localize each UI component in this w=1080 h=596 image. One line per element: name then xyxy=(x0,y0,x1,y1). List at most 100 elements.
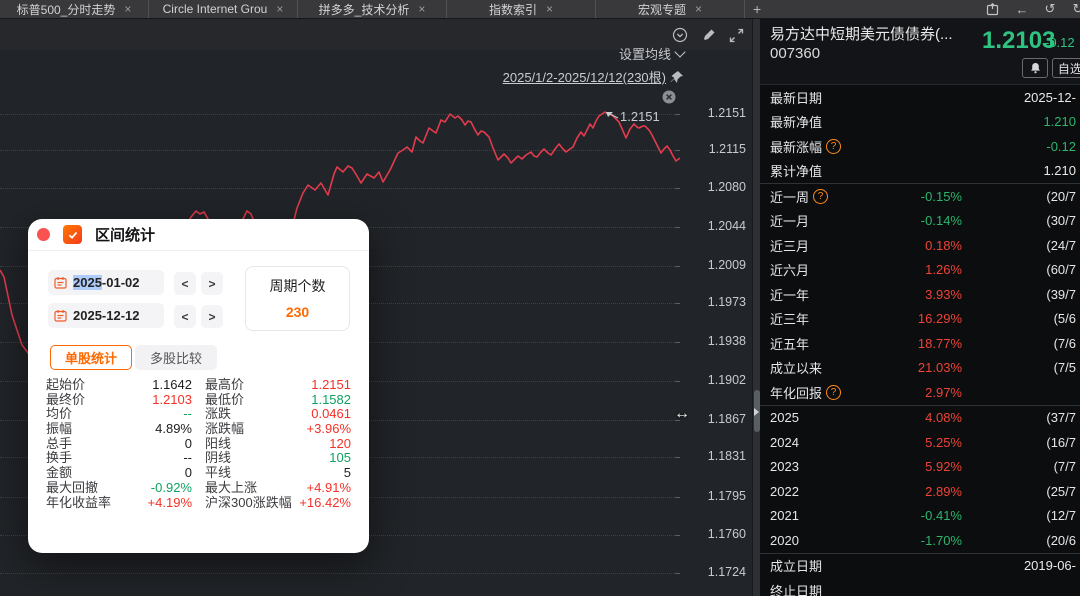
tab-label: 宏观专题 xyxy=(637,2,686,17)
axis-tick-label: 1.2151 xyxy=(707,106,746,120)
new-tab-button[interactable]: + xyxy=(753,1,761,17)
undo-icon[interactable]: ↺ xyxy=(1042,1,1058,17)
row-rank: (24/7 xyxy=(1046,237,1076,253)
row-label: 2024 xyxy=(770,434,799,450)
indicator-dropdown-icon[interactable] xyxy=(672,27,688,43)
help-icon[interactable]: ? xyxy=(826,384,842,400)
set-ma-button[interactable]: 设置均线 xyxy=(619,44,686,63)
stat-row: 金额 0 xyxy=(46,465,192,481)
axis-tick-label: 1.2115 xyxy=(708,142,746,156)
row-value: -0.12 xyxy=(1046,138,1076,154)
bell-icon xyxy=(1030,63,1040,74)
tab-close-icon[interactable]: × xyxy=(546,2,553,16)
table-row: 2023 5.92% (7/7 xyxy=(760,455,1080,480)
row-percent: 5.25% xyxy=(925,434,962,450)
table-row: 年化回报? 2.97% xyxy=(760,380,1080,405)
table-row: 2021 -0.41% (12/7 xyxy=(760,504,1080,529)
fullscreen-icon[interactable] xyxy=(728,27,744,43)
date-range-button[interactable]: 2025/1/2-2025/12/12(230根) xyxy=(503,67,684,86)
tab-close-icon[interactable]: × xyxy=(276,2,283,16)
axis-tick-label: 1.1902 xyxy=(707,373,746,387)
stat-value: -- xyxy=(183,406,192,422)
tab-item[interactable]: 宏观专题 × xyxy=(596,0,745,18)
row-label: 最新日期 xyxy=(770,90,823,106)
tab-close-icon[interactable]: × xyxy=(695,2,702,16)
dialog-close-button[interactable] xyxy=(37,228,50,241)
window-actions: ← ↺ ↻ xyxy=(986,1,1080,17)
row-value: 1.210 xyxy=(1043,114,1076,130)
draw-brush-icon[interactable] xyxy=(700,27,716,43)
stat-label: 最大上涨 xyxy=(205,479,258,495)
fund-code: 007360 xyxy=(770,45,821,62)
fund-change: -0.12 xyxy=(1045,35,1075,50)
row-percent: 4.08% xyxy=(925,410,962,426)
row-percent: 16.29% xyxy=(917,311,962,327)
export-icon[interactable] xyxy=(986,2,1002,16)
row-label: 终止日期 xyxy=(770,583,823,596)
checked-checkbox[interactable] xyxy=(63,225,82,244)
tab-bar: 标普500_分时走势 × Circle Internet Grou × 拼多多_技术分析… xyxy=(0,0,1080,19)
table-row: 2025 4.08% (37/7 xyxy=(760,406,1080,431)
chart-close-icon[interactable] xyxy=(662,90,676,104)
add-watchlist-button[interactable]: 自选 + xyxy=(1052,58,1080,78)
end-date-next-button[interactable]: > xyxy=(201,305,223,328)
stat-label: 起始价 xyxy=(46,377,86,392)
row-label: 2025 xyxy=(770,410,799,426)
table-row: 近一周? -0.15% (20/7 xyxy=(760,184,1080,209)
row-percent: 18.77% xyxy=(917,335,962,351)
redo-icon[interactable]: ↻ xyxy=(1070,1,1080,17)
divider-collapse-arrow-icon[interactable] xyxy=(754,408,759,416)
tab-label: 拼多多_技术分析 xyxy=(318,2,410,17)
start-date-next-button[interactable]: > xyxy=(201,272,223,295)
stat-value: 1.1642 xyxy=(152,377,192,392)
tab-close-icon[interactable]: × xyxy=(418,2,425,16)
row-label: 近一年 xyxy=(770,287,810,303)
row-value: 1.210 xyxy=(1043,163,1076,179)
end-date-input[interactable]: 2025-12-12 xyxy=(48,303,164,328)
stat-label: 换手 xyxy=(46,450,73,466)
dialog-tab-single-stats[interactable]: 单股统计 xyxy=(50,345,133,370)
row-label: 成立以来 xyxy=(770,361,823,377)
start-date-prev-button[interactable]: < xyxy=(174,272,196,295)
stat-label: 总手 xyxy=(46,435,73,451)
stats-grid: 起始价 1.1642 最终价 1.2103 均价 -- 振幅 4.89% 总手 0 换手 -- 金额 0 最… xyxy=(46,377,351,510)
dialog-tab-multi-compare[interactable]: 多股比较 xyxy=(135,345,218,370)
help-icon[interactable]: ? xyxy=(813,188,829,204)
table-row: 最新净值 1.210 xyxy=(760,110,1080,135)
row-rank: (7/7 xyxy=(1053,459,1076,475)
fund-detail-rows: 最新日期 2025-12- 最新净值 1.210 最新涨幅? -0.12 累计净值 1.210… xyxy=(760,85,1080,596)
table-row: 2022 2.89% (25/7 xyxy=(760,479,1080,504)
start-date-input[interactable]: 2025-01-02 xyxy=(48,270,164,295)
tab-item[interactable]: Circle Internet Grou × xyxy=(149,0,298,18)
stat-value: 120 xyxy=(329,435,351,451)
tab-item[interactable]: 标普500_分时走势 × xyxy=(0,0,149,18)
back-arrow-icon[interactable]: ← xyxy=(1014,2,1030,17)
alert-bell-button[interactable] xyxy=(1022,58,1048,78)
stat-value: 0 xyxy=(184,465,192,481)
row-label: 近一月 xyxy=(770,214,810,230)
tab-item[interactable]: 指数索引 × xyxy=(447,0,596,18)
tab-item[interactable]: 拼多多_技术分析 × xyxy=(298,0,447,18)
help-icon[interactable]: ? xyxy=(826,138,842,154)
row-rank: (7/5 xyxy=(1053,360,1076,376)
stat-label: 最大回撤 xyxy=(46,479,99,495)
axis-tick-label: 1.2044 xyxy=(707,219,746,233)
stat-row: 总手 0 xyxy=(46,435,192,452)
fund-name: 易方达中短期美元债债券(... xyxy=(770,26,953,43)
row-percent: 2.89% xyxy=(925,483,962,499)
chevron-down-icon xyxy=(674,46,686,58)
pin-icon xyxy=(670,70,683,83)
row-label: 2020 xyxy=(770,532,799,548)
stat-label: 涨跌幅 xyxy=(205,421,245,437)
stat-label: 涨跌 xyxy=(205,406,232,422)
row-rank: (39/7 xyxy=(1046,286,1076,302)
tab-close-icon[interactable]: × xyxy=(124,2,131,16)
row-rank: (60/7 xyxy=(1046,262,1076,278)
end-date-prev-button[interactable]: < xyxy=(174,305,196,328)
date-range-label: 2025/1/2-2025/12/12(230根) xyxy=(502,70,666,85)
row-rank: (30/7 xyxy=(1046,213,1076,229)
table-row: 近六月 1.26% (60/7 xyxy=(760,258,1080,283)
stat-value: -- xyxy=(183,450,192,466)
axis-tick-label: 1.1938 xyxy=(707,334,746,348)
row-rank: (16/7 xyxy=(1046,434,1076,450)
